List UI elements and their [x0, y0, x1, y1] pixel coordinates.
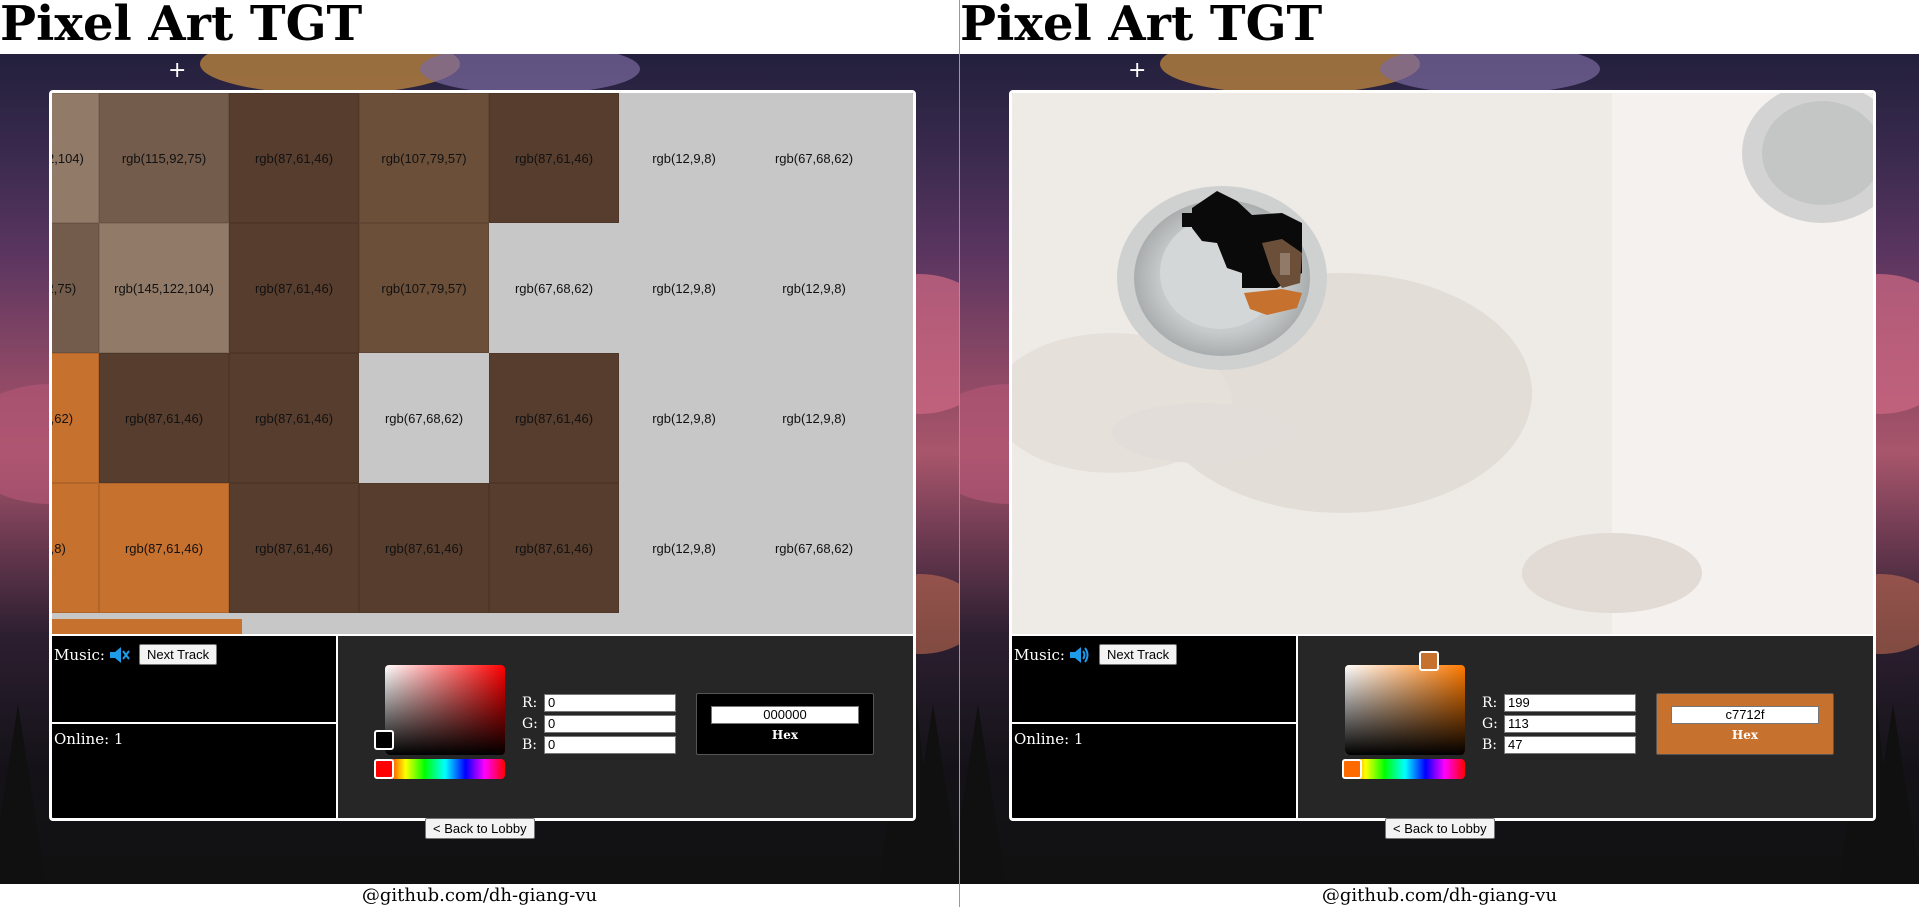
pixel-cell[interactable]: rgb(87,61,46)	[229, 223, 359, 353]
pixel-cell[interactable]: rgb(87,61,46)	[99, 353, 229, 483]
r-row: R: 199	[1482, 693, 1636, 713]
b-row: B: 0	[522, 735, 676, 755]
g-row: G: 0	[522, 714, 676, 734]
pixel-cell[interactable]: rgb(67,68,62)	[359, 353, 489, 483]
saturation-value-field[interactable]	[1345, 665, 1465, 755]
next-track-button[interactable]: Next Track	[1099, 644, 1178, 665]
pixel-cell[interactable]: rgb(145,122,104)	[52, 93, 99, 223]
control-panel: Music: Next Track Online: 1	[1012, 634, 1873, 818]
pixel-cell[interactable]: rgb(12,9,8)	[749, 223, 879, 353]
pixel-cell[interactable]: rgb(12,9,8)	[619, 93, 749, 223]
online-section: Online: 1	[52, 724, 338, 818]
pixel-cell[interactable]: rgb(87,61,46)	[229, 483, 359, 613]
pixel-cell[interactable]: rgb(107,79,57)	[359, 93, 489, 223]
pixel-cell[interactable]: rgb(87,61,46)	[99, 483, 229, 613]
star-icon: +	[168, 58, 187, 83]
g-input[interactable]: 113	[1504, 715, 1636, 733]
music-section: Music: Next Track	[52, 636, 338, 724]
speaker-on-icon[interactable]	[1068, 645, 1090, 665]
music-label: Music:	[1014, 646, 1065, 664]
editor-frame: Music: Next Track Online: 1 R: 199 G: 11…	[1009, 90, 1876, 821]
pixel-cell[interactable]: rgb(87,61,46)	[229, 353, 359, 483]
online-count: Online: 1	[54, 730, 124, 748]
back-to-lobby-button[interactable]: < Back to Lobby	[1385, 818, 1495, 839]
color-picker: R: 0 G: 0 B: 0 000000 Hex	[338, 636, 913, 818]
pixel-cell[interactable]: rgb(12,9,8)	[619, 483, 749, 613]
pixel-cell[interactable]: rgb(12,9,8)	[52, 483, 99, 613]
saturation-value-field[interactable]	[385, 665, 505, 755]
star-icon: +	[1128, 58, 1147, 83]
left-window: Pixel Art TGT + rgb(145,122,104)rgb(115,…	[0, 0, 959, 907]
g-input[interactable]: 0	[544, 715, 676, 733]
hue-slider[interactable]	[385, 759, 505, 779]
hex-preview: c7712f Hex	[1656, 693, 1834, 755]
pixel-canvas[interactable]	[1012, 93, 1873, 634]
pixel-cell[interactable]: rgb(67,68,62)	[52, 353, 99, 483]
footer-credit[interactable]: @github.com/dh-giang-vu	[960, 884, 1919, 907]
hex-label: Hex	[771, 728, 799, 742]
page-title: Pixel Art TGT	[960, 0, 1323, 52]
zoomed-canvas[interactable]: rgb(145,122,104)rgb(115,92,75)rgb(87,61,…	[52, 93, 913, 634]
next-track-button[interactable]: Next Track	[139, 644, 218, 665]
r-row: R: 0	[522, 693, 676, 713]
g-label: G:	[522, 716, 538, 732]
hue-handle[interactable]	[1342, 759, 1362, 779]
hex-input[interactable]: c7712f	[1671, 706, 1819, 724]
r-label: R:	[522, 695, 538, 711]
pixel-cell[interactable]: rgb(12,9,8)	[619, 223, 749, 353]
music-label: Music:	[54, 646, 105, 664]
editor-frame: rgb(145,122,104)rgb(115,92,75)rgb(87,61,…	[49, 90, 916, 821]
pixel-cell[interactable]: rgb(115,92,75)	[52, 223, 99, 353]
hex-label: Hex	[1731, 728, 1759, 742]
color-picker: R: 199 G: 113 B: 47 c7712f Hex	[1298, 636, 1873, 818]
r-label: R:	[1482, 695, 1498, 711]
g-row: G: 113	[1482, 714, 1636, 734]
online-count: Online: 1	[1014, 730, 1084, 748]
footer-credit[interactable]: @github.com/dh-giang-vu	[0, 884, 959, 907]
b-input[interactable]: 47	[1504, 736, 1636, 754]
pixel-cell[interactable]: rgb(87,61,46)	[489, 483, 619, 613]
back-to-lobby-button[interactable]: < Back to Lobby	[425, 818, 535, 839]
hex-input[interactable]: 000000	[711, 706, 859, 724]
pixel-cell[interactable]: rgb(87,61,46)	[489, 353, 619, 483]
hue-handle[interactable]	[374, 759, 394, 779]
g-label: G:	[1482, 716, 1498, 732]
pixel-cell[interactable]: rgb(115,92,75)	[99, 93, 229, 223]
pixel-cell[interactable]: rgb(87,61,46)	[229, 93, 359, 223]
page-title: Pixel Art TGT	[0, 0, 363, 52]
pixel-cell[interactable]: rgb(12,9,8)	[619, 353, 749, 483]
pixel-cell[interactable]: rgb(107,79,57)	[359, 223, 489, 353]
r-input[interactable]: 199	[1504, 694, 1636, 712]
pixel-cell[interactable]: rgb(145,122,104)	[99, 223, 229, 353]
hue-slider[interactable]	[1345, 759, 1465, 779]
b-row: B: 47	[1482, 735, 1636, 755]
pixel-cell[interactable]: rgb(67,68,62)	[749, 93, 879, 223]
right-window: Pixel Art TGT + Music: Next Track Online…	[960, 0, 1919, 907]
pixel-cell[interactable]: rgb(12,9,8)	[749, 353, 879, 483]
cat-face-artwork	[1012, 93, 1873, 634]
b-label: B:	[1482, 737, 1498, 753]
b-input[interactable]: 0	[544, 736, 676, 754]
sv-handle[interactable]	[1419, 651, 1439, 671]
control-panel: Music: Next Track Online: 1	[52, 634, 913, 818]
pixel-cell[interactable]: rgb(67,68,62)	[489, 223, 619, 353]
sv-handle[interactable]	[374, 730, 394, 750]
r-input[interactable]: 0	[544, 694, 676, 712]
speaker-muted-icon[interactable]	[108, 645, 130, 665]
hex-preview: 000000 Hex	[696, 693, 874, 755]
pixel-cell[interactable]: rgb(67,68,62)	[749, 483, 879, 613]
pixel-cell[interactable]: rgb(87,61,46)	[489, 93, 619, 223]
b-label: B:	[522, 737, 538, 753]
pixel-cell[interactable]: rgb(87,61,46)	[359, 483, 489, 613]
online-section: Online: 1	[1012, 724, 1298, 818]
music-section: Music: Next Track	[1012, 636, 1298, 724]
